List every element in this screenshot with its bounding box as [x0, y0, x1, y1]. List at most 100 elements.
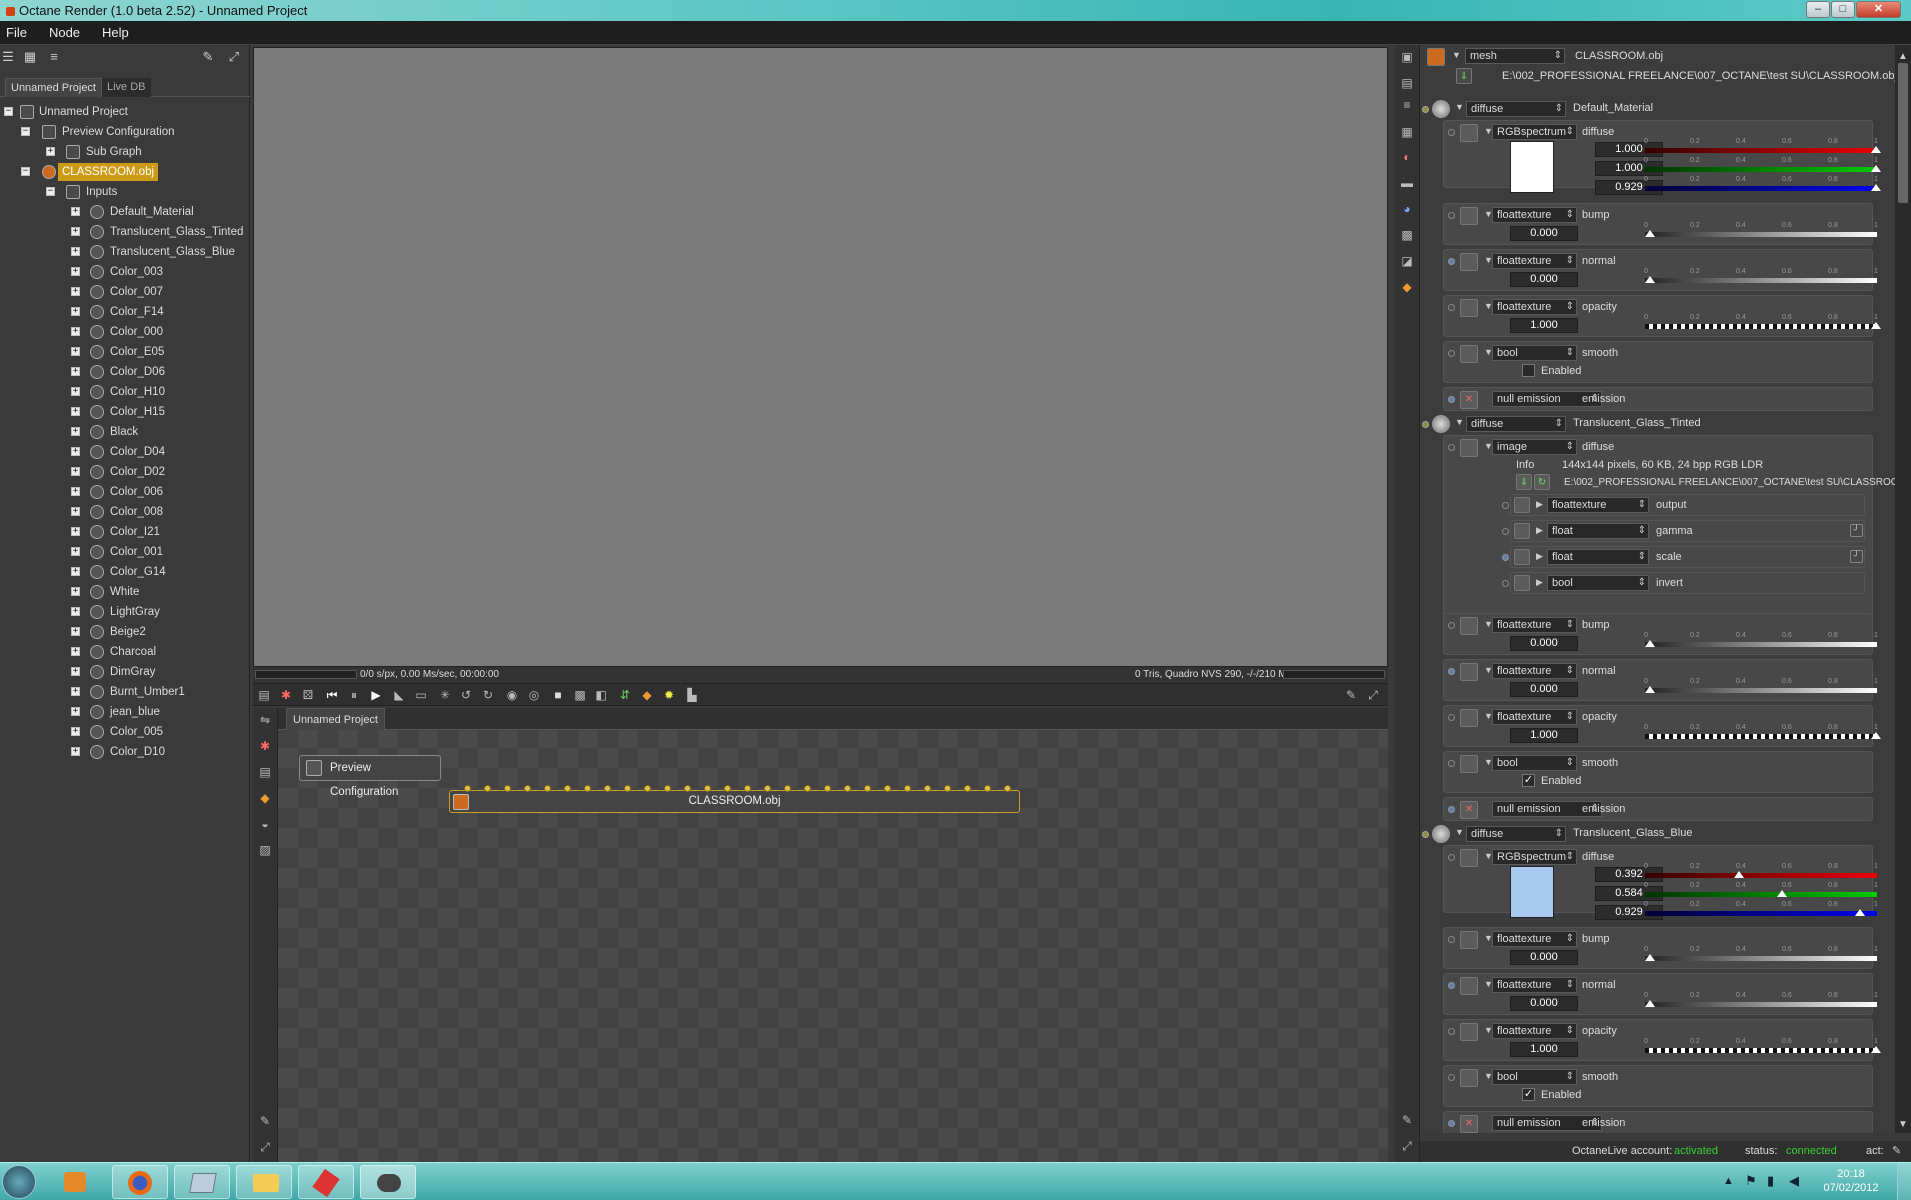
- image-icon[interactable]: [1460, 439, 1478, 457]
- type-select[interactable]: RGBspectrum: [1492, 124, 1577, 140]
- type-select[interactable]: RGBspectrum: [1492, 849, 1577, 865]
- sphere-icon[interactable]: ◉: [504, 687, 520, 703]
- stop-render-icon[interactable]: ✱: [278, 687, 294, 703]
- lock-icon[interactable]: ▙: [684, 687, 700, 703]
- input-pin[interactable]: [1502, 528, 1509, 535]
- input-pin[interactable]: [1448, 129, 1455, 136]
- value-slider[interactable]: 0 0.2 0.4 0.6 0.8 1: [1644, 632, 1878, 650]
- graph-camera-icon[interactable]: ▤: [257, 764, 273, 780]
- type-select[interactable]: bool: [1492, 755, 1577, 771]
- collapse-material-icon[interactable]: ▼: [1455, 417, 1464, 427]
- input-pin[interactable]: [844, 785, 851, 792]
- start-button[interactable]: [2, 1165, 36, 1199]
- material-pin[interactable]: [1422, 106, 1429, 113]
- value-slider[interactable]: 0 0.2 0.4 0.6 0.8 1: [1644, 863, 1878, 881]
- input-pin[interactable]: [1448, 212, 1455, 219]
- mesh-type-select[interactable]: mesh: [1465, 48, 1565, 64]
- collapse-mesh-icon[interactable]: ▼: [1452, 50, 1461, 60]
- material-type-select[interactable]: diffuse: [1466, 416, 1566, 432]
- slider-knob[interactable]: [1645, 686, 1655, 693]
- input-pin[interactable]: [604, 785, 611, 792]
- insp-layers-icon[interactable]: ▤: [1399, 75, 1415, 91]
- input-pin[interactable]: [1448, 258, 1455, 265]
- slider-knob[interactable]: [1733, 871, 1744, 878]
- input-pin[interactable]: [1448, 668, 1455, 675]
- show-desktop-button[interactable]: [1897, 1163, 1911, 1200]
- maximize-panel-icon[interactable]: ⤢: [226, 50, 242, 64]
- expand-icon[interactable]: +: [71, 427, 80, 436]
- tray-network-icon[interactable]: ▮: [1767, 1173, 1774, 1189]
- value-field[interactable]: 0.000: [1510, 272, 1578, 287]
- input-pin[interactable]: [1448, 622, 1455, 629]
- minimize-button[interactable]: –: [1806, 1, 1830, 18]
- reload-image-icon[interactable]: ↻: [1534, 474, 1550, 490]
- expand-icon[interactable]: +: [71, 747, 80, 756]
- sub-type-select[interactable]: float: [1547, 549, 1649, 565]
- taskbar-folder[interactable]: [236, 1165, 292, 1199]
- expand-icon[interactable]: +: [71, 667, 80, 676]
- insp-list-icon[interactable]: ≡: [1399, 97, 1415, 113]
- insp-picture-icon[interactable]: ▩: [1399, 227, 1415, 243]
- value-slider[interactable]: 0 0.2 0.4 0.6 0.8 1: [1644, 222, 1878, 240]
- expand-icon[interactable]: +: [71, 467, 80, 476]
- input-pin[interactable]: [984, 785, 991, 792]
- slider-knob[interactable]: [1645, 1000, 1655, 1007]
- sub-type-select[interactable]: float: [1547, 523, 1649, 539]
- input-pin[interactable]: [824, 785, 831, 792]
- value-slider[interactable]: 0 0.2 0.4 0.6 0.8 1: [1644, 268, 1878, 286]
- graph-texture-icon[interactable]: ◒: [257, 816, 273, 832]
- taskbar-firefox[interactable]: [112, 1165, 168, 1199]
- rewind-icon[interactable]: ⏮: [324, 687, 340, 703]
- color-swatch[interactable]: [1510, 141, 1554, 193]
- export-icon[interactable]: ◆: [639, 687, 655, 703]
- curve-edit-icon[interactable]: ╯: [1850, 550, 1863, 563]
- scrollbar-thumb[interactable]: [1898, 63, 1908, 203]
- input-pin[interactable]: [764, 785, 771, 792]
- view-single-icon[interactable]: ■: [550, 687, 566, 703]
- type-select[interactable]: floattexture: [1492, 1023, 1577, 1039]
- menu-node[interactable]: Node: [49, 21, 80, 45]
- input-pin[interactable]: [624, 785, 631, 792]
- sun-icon[interactable]: ✹: [661, 687, 677, 703]
- slider-knob[interactable]: [1871, 322, 1881, 329]
- pause-icon[interactable]: ⏸: [346, 687, 362, 703]
- input-pin[interactable]: [464, 785, 471, 792]
- taskbar-octane[interactable]: [360, 1165, 416, 1199]
- render-viewport[interactable]: [253, 47, 1388, 667]
- slider-knob[interactable]: [1645, 230, 1655, 237]
- input-pin[interactable]: [784, 785, 791, 792]
- graph-image-icon[interactable]: ▨: [257, 842, 273, 858]
- graph-material-icon[interactable]: ◆: [257, 790, 273, 806]
- fullscreen-icon[interactable]: ⤢: [1365, 687, 1381, 703]
- expand-icon[interactable]: +: [71, 367, 80, 376]
- sub-type-select[interactable]: bool: [1547, 575, 1649, 591]
- texture-icon[interactable]: [1460, 617, 1478, 635]
- expand-icon[interactable]: +: [71, 627, 80, 636]
- value-field[interactable]: 0.000: [1510, 682, 1578, 697]
- value-slider[interactable]: 0 0.2 0.4 0.6 0.8 1: [1644, 901, 1878, 919]
- input-pin[interactable]: [1448, 854, 1455, 861]
- insp-image-icon[interactable]: ▦: [1399, 124, 1415, 140]
- type-select[interactable]: floattexture: [1492, 299, 1577, 315]
- taskbar-sketchup[interactable]: [298, 1165, 354, 1199]
- graph-delete-icon[interactable]: ✱: [257, 738, 273, 754]
- close-button[interactable]: ✕: [1856, 1, 1901, 18]
- input-pin[interactable]: [1448, 714, 1455, 721]
- value-field[interactable]: 0.000: [1510, 950, 1578, 965]
- restart-icon[interactable]: ⚄: [300, 687, 316, 703]
- expand-icon[interactable]: ▶: [1536, 577, 1543, 588]
- wrench-icon[interactable]: ✎: [200, 50, 216, 64]
- menu-file[interactable]: File: [6, 21, 27, 45]
- curve-edit-icon[interactable]: ╯: [1850, 524, 1863, 537]
- type-select[interactable]: image: [1492, 439, 1577, 455]
- collapse-material-icon[interactable]: ▼: [1455, 827, 1464, 837]
- type-select[interactable]: floattexture: [1492, 253, 1577, 269]
- slider-knob[interactable]: [1645, 954, 1655, 961]
- smooth-checkbox[interactable]: ✓: [1522, 774, 1535, 787]
- insp-env-icon[interactable]: ▬: [1399, 175, 1415, 191]
- tray-flag-icon[interactable]: ⚑: [1745, 1173, 1757, 1189]
- input-pin[interactable]: [884, 785, 891, 792]
- region-icon[interactable]: ▭: [413, 687, 429, 703]
- insp-camera-icon[interactable]: ▣: [1399, 49, 1415, 65]
- classroom-mesh-node[interactable]: CLASSROOM.obj: [449, 790, 1020, 813]
